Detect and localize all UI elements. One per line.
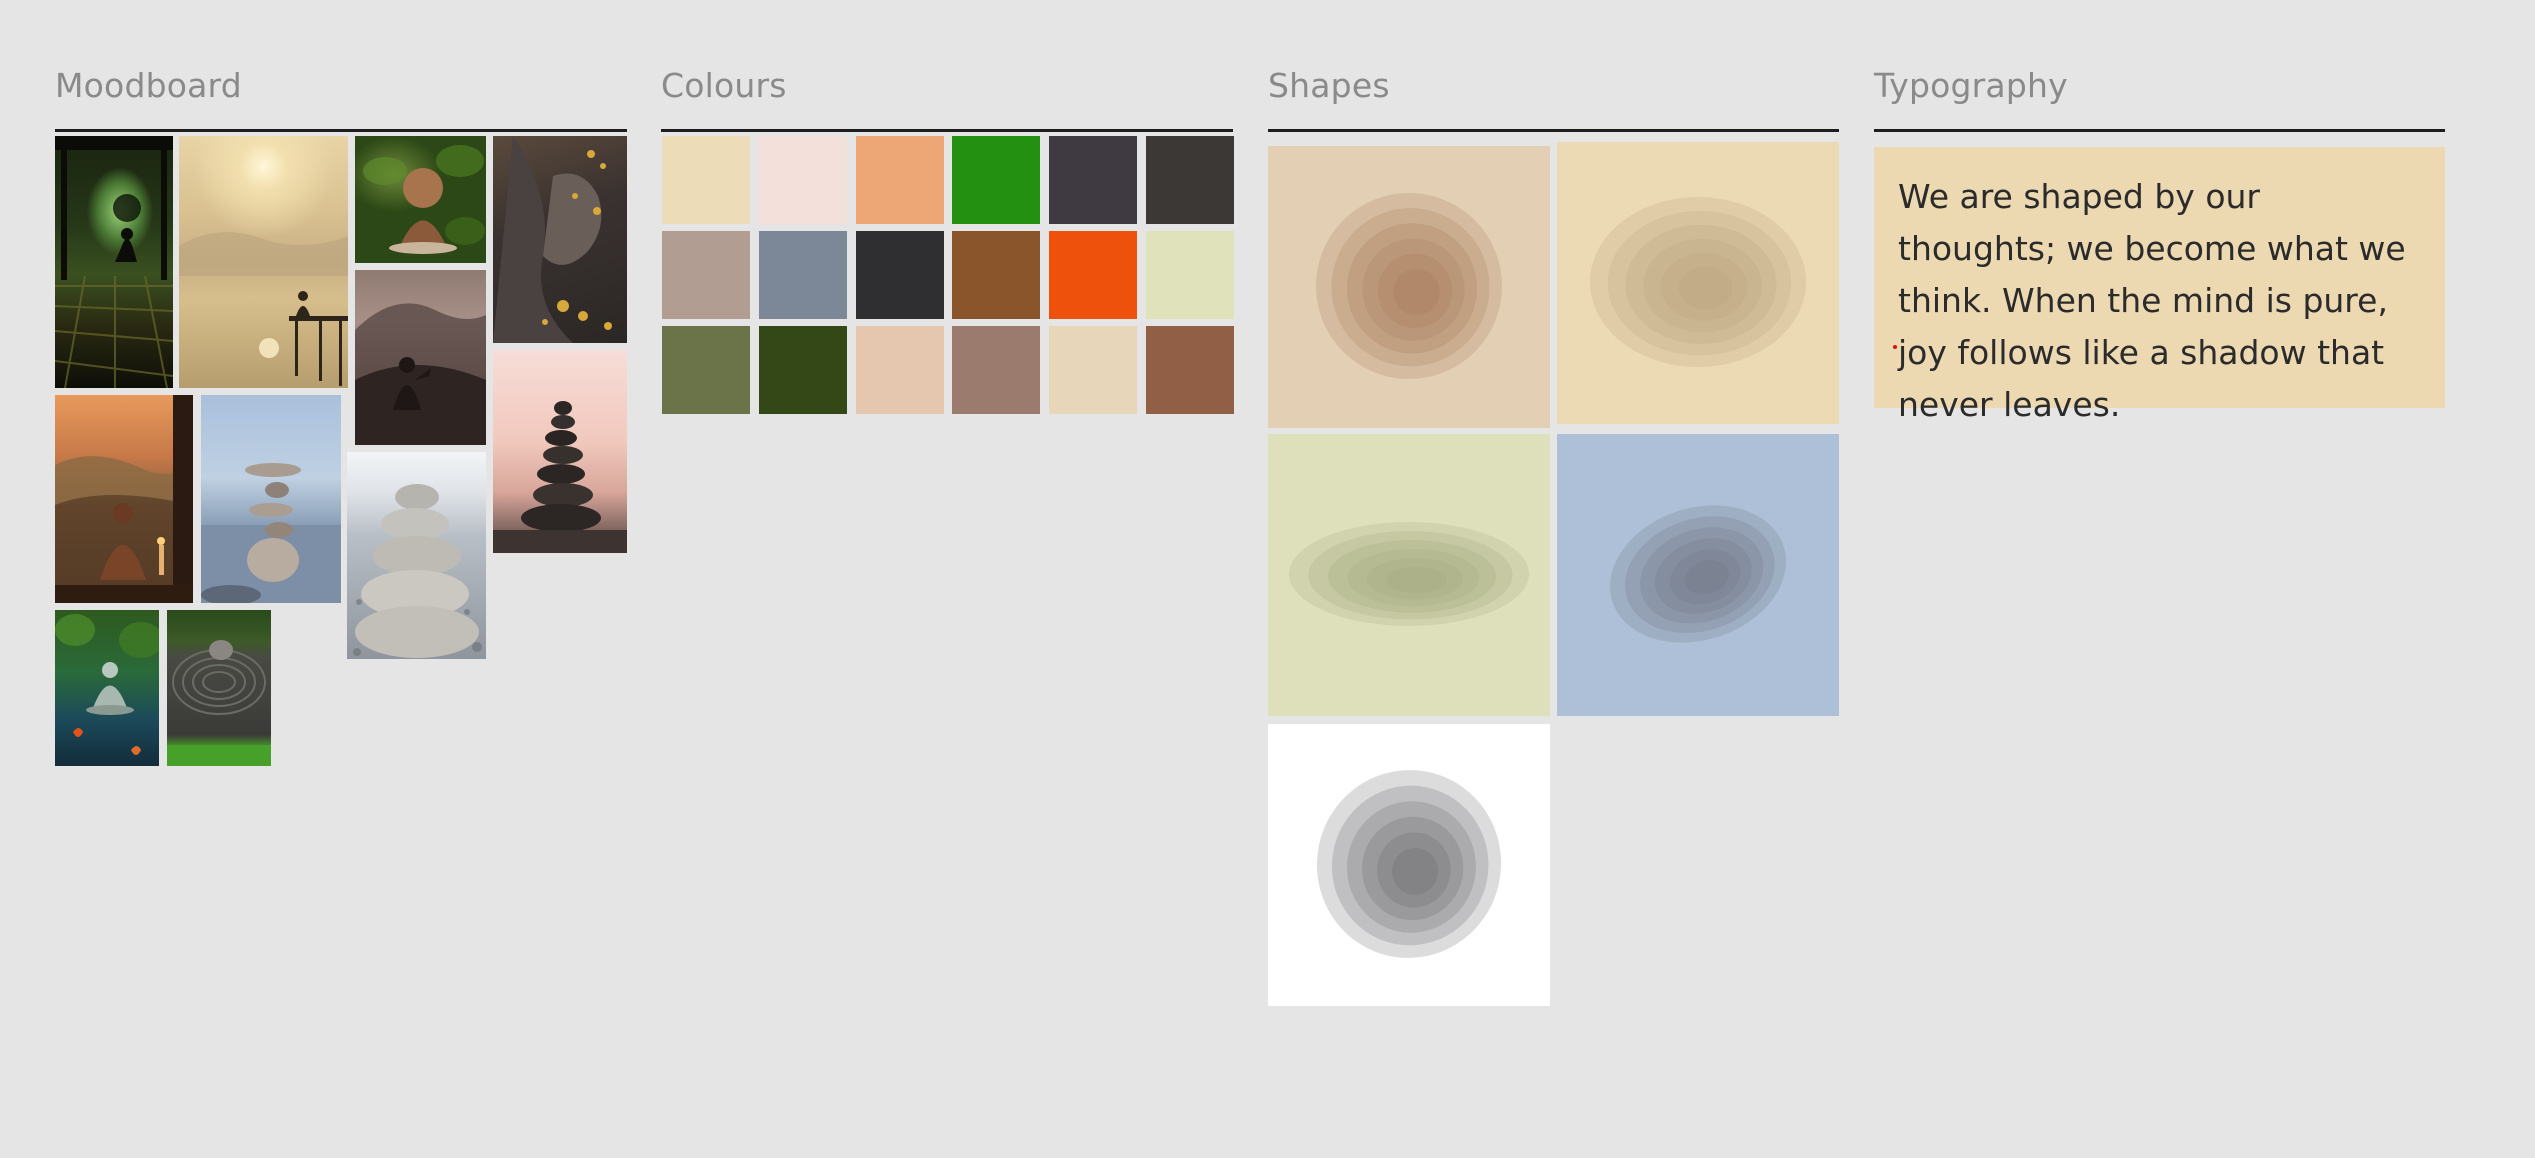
- typography-divider: [1874, 129, 2445, 132]
- typography-sample-text: We are shaped by our thoughts; we become…: [1898, 177, 2406, 424]
- colour-swatch[interactable]: [1049, 326, 1138, 414]
- section-title-typography: Typography: [1874, 66, 2068, 105]
- zen-garden-photo[interactable]: [167, 610, 271, 766]
- moodboard-divider: [55, 129, 627, 132]
- colour-swatch[interactable]: [758, 136, 847, 224]
- golden-buddha-hand-photo[interactable]: [493, 136, 627, 343]
- misty-lake-pier-photo[interactable]: [179, 136, 348, 388]
- shape-ring: [1678, 266, 1733, 310]
- smiling-monk-figurine-photo[interactable]: [355, 136, 486, 263]
- text-cursor-marker: [1893, 345, 1897, 349]
- colour-swatch[interactable]: [1049, 136, 1138, 224]
- colour-swatch[interactable]: [855, 136, 944, 224]
- colour-swatch[interactable]: [952, 231, 1041, 319]
- shape-tan-concentric[interactable]: [1557, 142, 1839, 424]
- balanced-stones-sea-photo[interactable]: [201, 395, 341, 603]
- buddha-statue-sunset-photo[interactable]: [55, 395, 193, 603]
- section-title-colours: Colours: [661, 66, 787, 105]
- colour-swatch[interactable]: [1146, 231, 1234, 319]
- buddha-pond-photo[interactable]: [55, 610, 159, 766]
- colour-swatch[interactable]: [855, 231, 944, 319]
- colour-swatch[interactable]: [662, 326, 750, 414]
- colour-swatch[interactable]: [758, 326, 847, 414]
- colour-swatch[interactable]: [662, 231, 750, 319]
- shapes-divider: [1268, 129, 1839, 132]
- colour-swatch[interactable]: [662, 136, 750, 224]
- colour-swatch[interactable]: [1146, 326, 1234, 414]
- section-title-shapes: Shapes: [1268, 66, 1390, 105]
- colour-swatch[interactable]: [952, 136, 1041, 224]
- moodboard-canvas: Moodboard Colours Shapes Typography We a…: [0, 0, 2535, 1158]
- meditation-porch-photo[interactable]: [55, 136, 173, 388]
- typography-sample-card[interactable]: We are shaped by our thoughts; we become…: [1874, 147, 2445, 424]
- shape-olive-concentric[interactable]: [1268, 434, 1550, 716]
- colour-swatch[interactable]: [855, 326, 944, 414]
- stone-tower-pink-sky-photo[interactable]: [493, 350, 627, 553]
- shape-ring: [1386, 567, 1447, 593]
- shape-grey-concentric[interactable]: [1268, 724, 1550, 1006]
- colour-swatch[interactable]: [1049, 231, 1138, 319]
- shape-brown-concentric[interactable]: [1268, 146, 1550, 428]
- colours-divider: [661, 129, 1233, 132]
- shape-ring: [1393, 268, 1440, 316]
- pebble-stack-photo[interactable]: [347, 452, 486, 659]
- colour-swatch[interactable]: [758, 231, 847, 319]
- colour-swatch[interactable]: [952, 326, 1041, 414]
- shape-blue-concentric[interactable]: [1557, 434, 1839, 716]
- praying-silhouette-mountain-photo[interactable]: [355, 270, 486, 445]
- section-title-moodboard: Moodboard: [55, 66, 242, 105]
- colour-swatch[interactable]: [1146, 136, 1234, 224]
